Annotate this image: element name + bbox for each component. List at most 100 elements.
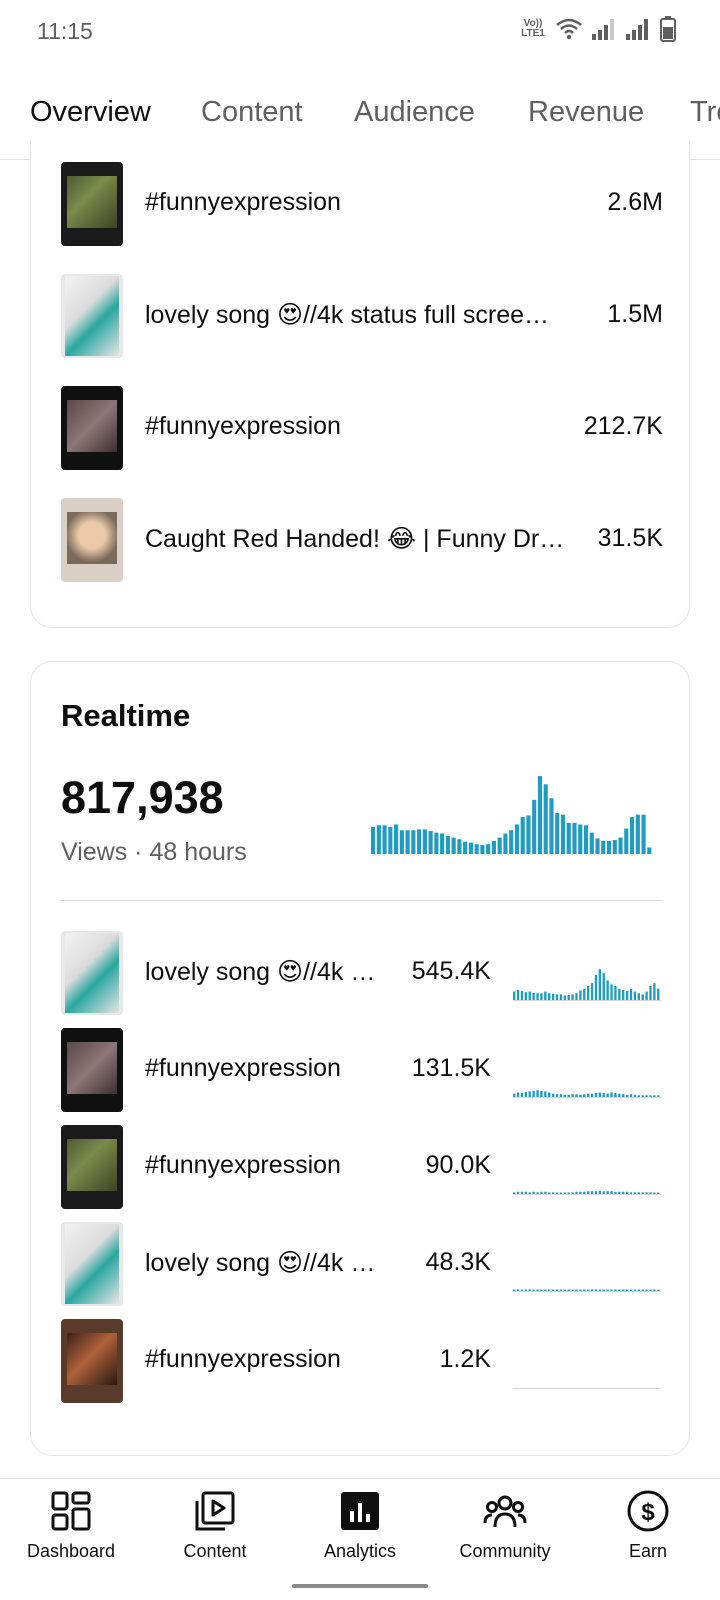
sparkline-bar (618, 1191, 621, 1194)
sparkline-bar (567, 1289, 570, 1291)
realtime-bar (463, 841, 468, 854)
sparkline-bar (520, 1191, 524, 1194)
bottom-navigation: Dashboard Content Analytics Community $ … (0, 1478, 720, 1600)
tab-trends[interactable]: Tre (690, 96, 720, 159)
content-row[interactable]: lovely song 😍//4k status full scree… 1.5… (61, 274, 663, 358)
realtime-bar (532, 799, 537, 854)
content-row[interactable]: #funnyexpression 2.6M (61, 162, 663, 246)
nav-analytics[interactable]: Analytics (290, 1489, 430, 1562)
sparkline-baseline (513, 1291, 661, 1292)
sparkline-bar (590, 983, 594, 1000)
signal-icon (592, 19, 614, 40)
realtime-row[interactable]: #funnyexpression 131.5K (61, 1028, 663, 1112)
realtime-bar (428, 831, 433, 854)
nav-label: Analytics (323, 1541, 397, 1561)
video-thumbnail (61, 162, 123, 246)
realtime-row[interactable]: #funnyexpression 90.0K (61, 1125, 663, 1209)
sparkline-bar (641, 994, 644, 1000)
realtime-row[interactable]: lovely song 😍//4k … 48.3K (61, 1222, 663, 1306)
sparkline-bar (555, 1289, 559, 1291)
sparkline-bar (544, 1289, 547, 1291)
video-views: 1.5M (607, 300, 663, 328)
realtime-bar (497, 837, 502, 854)
sparkline-bar (579, 990, 582, 1000)
sparkline-bar (513, 991, 516, 1000)
sparkline-bar (516, 989, 520, 1000)
sparkline-bar (579, 1191, 582, 1194)
sparkline-bar (563, 1094, 566, 1097)
sparkline-bar (633, 1289, 637, 1291)
sparkline-bar (520, 1093, 524, 1097)
sparkline-bar (567, 994, 570, 1000)
sparkline-bar (602, 973, 605, 1000)
realtime-bar (509, 830, 514, 854)
sparkline-bar (594, 974, 598, 1000)
nav-earn[interactable]: $ Earn (578, 1489, 718, 1562)
sparkline-baseline (513, 1000, 661, 1001)
nav-community[interactable]: Community (435, 1489, 575, 1562)
sparkline-bar (618, 988, 621, 1000)
realtime-bar (440, 833, 445, 854)
sparkline-bar (540, 1289, 543, 1291)
video-views: 48.3K (425, 1248, 491, 1276)
content-row[interactable]: Caught Red Handed! 😂 | Funny Dr… 31.5K (61, 498, 663, 582)
video-views: 131.5K (411, 1054, 491, 1082)
sparkline-bar (516, 1191, 520, 1194)
sparkline-chart (513, 1090, 661, 1098)
sparkline-bar (606, 980, 609, 1000)
video-title: Caught Red Handed! 😂 | Funny Dr… (145, 525, 565, 553)
sparkline-chart (513, 1388, 661, 1389)
video-thumbnail (61, 1222, 123, 1306)
video-title: #funnyexpression (145, 1345, 341, 1373)
realtime-bar (405, 830, 410, 854)
sparkline-bar (614, 1289, 617, 1291)
realtime-row[interactable]: #funnyexpression 1.2K (61, 1319, 663, 1403)
sparkline-bar (536, 993, 539, 1000)
sparkline-bar (614, 986, 617, 1000)
sparkline-bar (622, 1191, 625, 1194)
sparkline-bar (590, 1191, 594, 1194)
volte-lte-indicator: Vo)) LTE1 (521, 18, 545, 39)
sparkline-bar (559, 1192, 563, 1194)
sparkline-bar (610, 1289, 613, 1291)
sparkline-bar (528, 1091, 531, 1097)
sparkline-bar (649, 986, 652, 1000)
realtime-bar (480, 844, 485, 854)
realtime-bar (474, 844, 479, 854)
realtime-row[interactable]: lovely song 😍//4k … 545.4K (61, 931, 663, 1015)
sparkline-bar (653, 1192, 656, 1194)
sparkline-bar (649, 1289, 652, 1291)
realtime-bar (503, 833, 508, 854)
sparkline-bar (629, 1094, 633, 1097)
sparkline-bar (524, 992, 528, 1000)
nav-dashboard[interactable]: Dashboard (1, 1489, 141, 1562)
sparkline-bar (618, 1093, 621, 1097)
sparkline-bar (567, 1094, 570, 1097)
sparkline-bar (575, 993, 578, 1000)
sparkline-bar (587, 1191, 590, 1194)
sparkline-bar (657, 1192, 660, 1194)
video-title: lovely song 😍//4k … (145, 958, 376, 986)
content-row[interactable]: #funnyexpression 212.7K (61, 386, 663, 470)
sparkline-bar (641, 1095, 644, 1097)
sparkline-bar (548, 1092, 551, 1097)
sparkline-bar (653, 983, 656, 1000)
signal-icon-2 (626, 19, 648, 40)
sparkline-bar (528, 1192, 531, 1194)
sparkline-bar (598, 1190, 602, 1194)
realtime-bar (624, 828, 629, 854)
realtime-views-count: 817,938 (61, 772, 224, 823)
nav-content[interactable]: Content (145, 1489, 285, 1562)
video-views: 212.7K (583, 412, 663, 440)
sparkline-bar (532, 1191, 535, 1194)
sparkline-bar (555, 994, 559, 1000)
realtime-card[interactable]: Realtime 817,938 Views · 48 hours lovely… (30, 661, 690, 1456)
sparkline-bar (653, 1289, 656, 1291)
sparkline-bar (563, 995, 566, 1000)
realtime-bar (514, 824, 520, 854)
sparkline-bar (532, 992, 535, 1000)
sparkline-bar (575, 1191, 578, 1194)
realtime-bar (526, 815, 531, 854)
sparkline-bar (559, 994, 563, 1000)
sparkline-bar (645, 1192, 648, 1194)
